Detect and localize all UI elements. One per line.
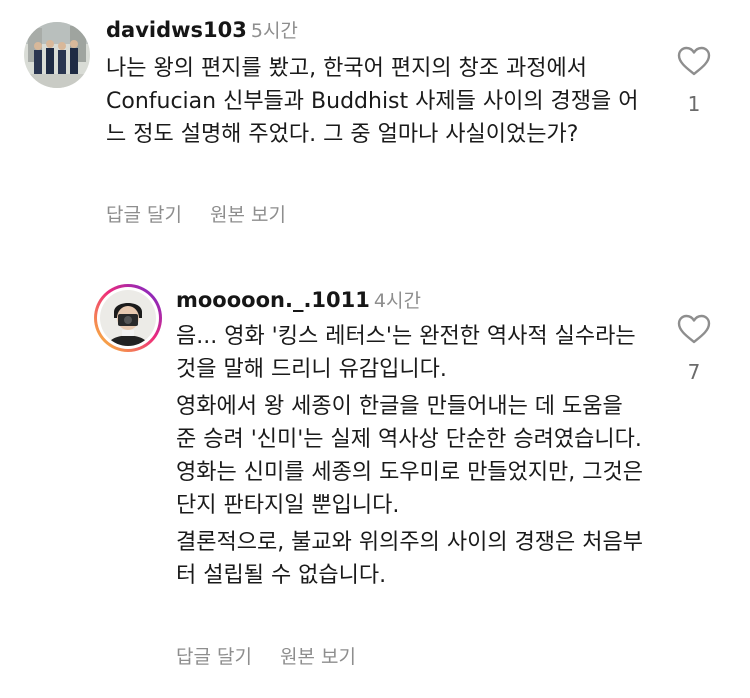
like-button[interactable]: 7 bbox=[674, 314, 714, 384]
comment-time: 4시간 bbox=[373, 290, 421, 312]
avatar[interactable] bbox=[24, 22, 90, 88]
comment-actions: 답글 달기 원본 보기 bbox=[106, 200, 314, 227]
comment-paragraph: 음... 영화 '킹스 레터스'는 완전한 역사적 실수라는 것을 말해 드리니… bbox=[176, 324, 636, 382]
comment-body: 나는 왕의 편지를 봤고, 한국어 편지의 창조 과정에서 Confucian … bbox=[106, 52, 644, 155]
avatar[interactable] bbox=[100, 290, 156, 346]
reply-button[interactable]: 답글 달기 bbox=[106, 204, 182, 226]
comment-davidws103: davidws103 5시간 나는 왕의 편지를 봤고, 한국어 편지의 창조 과… bbox=[0, 0, 750, 250]
heart-outline-icon[interactable] bbox=[677, 46, 711, 76]
username-text[interactable]: mooooon._.1011 bbox=[176, 288, 370, 312]
like-count: 7 bbox=[687, 360, 701, 384]
comment-paragraph: 결론적으로, 불교와 위의주의 사이의 경쟁은 처음부터 설립될 수 없습니다. bbox=[176, 530, 644, 588]
comment-paragraph: 나는 왕의 편지를 봤고, 한국어 편지의 창조 과정에서 Confucian … bbox=[106, 56, 639, 147]
comment-paragraph: 영화에서 왕 세종이 한글을 만들어내는 데 도움을 준 승려 '신미'는 실제… bbox=[176, 394, 644, 518]
heart-outline-icon[interactable] bbox=[677, 314, 711, 344]
avatar-story-ring[interactable] bbox=[94, 284, 162, 352]
comment-time: 5시간 bbox=[250, 20, 298, 42]
reply-button[interactable]: 답글 달기 bbox=[176, 646, 252, 668]
comment-body: 음... 영화 '킹스 레터스'는 완전한 역사적 실수라는 것을 말해 드리니… bbox=[176, 320, 644, 596]
comment-username[interactable]: davidws103 5시간 bbox=[106, 16, 298, 43]
like-button[interactable]: 1 bbox=[674, 46, 714, 116]
comment-actions: 답글 달기 원본 보기 bbox=[176, 642, 384, 669]
see-translation-button[interactable]: 원본 보기 bbox=[280, 646, 356, 668]
like-count: 1 bbox=[687, 92, 701, 116]
comment-username[interactable]: mooooon._.1011 4시간 bbox=[176, 286, 421, 313]
username-text[interactable]: davidws103 bbox=[106, 18, 247, 42]
see-translation-button[interactable]: 원본 보기 bbox=[210, 204, 286, 226]
comment-mooooon: mooooon._.1011 4시간 음... 영화 '킹스 레터스'는 완전한 … bbox=[0, 270, 750, 698]
